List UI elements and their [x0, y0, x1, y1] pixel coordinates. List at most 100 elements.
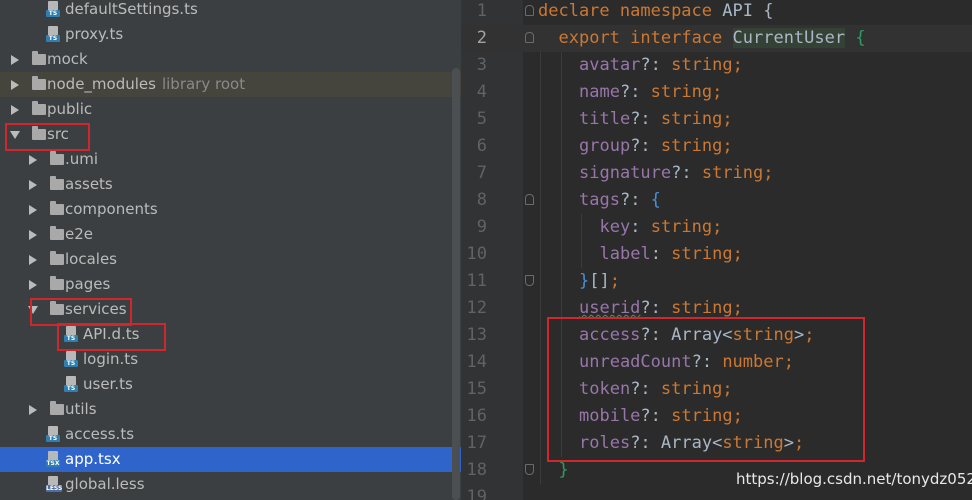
chevron-right-icon[interactable] — [29, 205, 37, 215]
tree-item-access-ts[interactable]: TS access.ts — [0, 422, 461, 447]
folder-icon — [50, 226, 64, 240]
tree-item-node-modules[interactable]: node_modules library root — [0, 72, 461, 97]
code-token: ; — [732, 55, 743, 75]
highlight-box — [547, 317, 865, 462]
code-line[interactable]: 6 group?: string; — [461, 133, 972, 160]
code-line[interactable]: 2 export interface CurrentUser { — [461, 25, 972, 52]
code-token: string — [660, 136, 723, 156]
tree-item-label: proxy.ts — [65, 22, 123, 47]
less-file-icon: LESS — [46, 476, 63, 493]
code-line[interactable]: 1 declare namespace API { — [461, 0, 972, 25]
typescript-file-icon: TS — [46, 1, 60, 18]
code-token: ; — [732, 244, 743, 264]
chevron-right-icon[interactable] — [29, 280, 37, 290]
code-line[interactable]: 8 tags?: { — [461, 187, 972, 214]
tree-item-name: public — [47, 100, 93, 118]
tree-item-app-tsx[interactable]: TSX app.tsx — [0, 447, 461, 472]
code-token: } — [579, 271, 590, 291]
tree-item-label: utils — [65, 397, 97, 422]
fold-marker-icon[interactable] — [525, 275, 534, 286]
tree-item-label: defaultSettings.ts — [65, 0, 198, 22]
tree-item-name: defaultSettings.ts — [65, 0, 198, 18]
chevron-right-icon[interactable] — [29, 155, 37, 165]
code-token: ; — [712, 82, 723, 102]
file-type-badge: TS — [64, 385, 78, 392]
code-line[interactable]: 7 signature?: string; — [461, 160, 972, 187]
line-number: 13 — [466, 325, 487, 345]
fold-marker-icon[interactable] — [525, 32, 534, 43]
typescript-file-icon: TS — [46, 426, 60, 443]
tree-item-name: login.ts — [83, 350, 139, 368]
code-line[interactable]: 3 avatar?: string; — [461, 52, 972, 79]
folder-icon — [32, 76, 46, 90]
typescript-file-icon: TS — [64, 376, 78, 393]
project-tree: TS defaultSettings.ts TS proxy.ts mock node_m… — [0, 0, 461, 500]
code-token: ?: — [671, 163, 702, 183]
line-number: 10 — [466, 244, 487, 264]
fold-marker-icon[interactable] — [525, 194, 534, 205]
chevron-right-icon[interactable] — [29, 230, 37, 240]
code-token: ?: — [619, 82, 651, 102]
tree-item-name: global.less — [65, 475, 145, 493]
code-token: ; — [609, 271, 620, 291]
tree-item-global-less[interactable]: LESS global.less — [0, 472, 461, 497]
code-line[interactable]: 11}[]; — [461, 268, 972, 295]
tree-item-label: components — [65, 197, 158, 222]
tree-item-name: .umi — [65, 150, 99, 168]
tree-item-name: user.ts — [83, 375, 133, 393]
tree-item-user-ts[interactable]: TS user.ts — [0, 372, 461, 397]
tree-item-name: proxy.ts — [65, 25, 124, 43]
chevron-right-icon[interactable] — [11, 80, 19, 90]
typescript-file-icon: TS — [64, 351, 78, 368]
tree-item-pages[interactable]: pages — [0, 272, 461, 297]
tree-item-name: mock — [47, 50, 88, 68]
chevron-right-icon[interactable] — [29, 255, 37, 265]
file-type-badge: TS — [46, 435, 60, 442]
code-line[interactable]: 4 name?: string; — [461, 79, 972, 106]
highlight-box — [57, 323, 166, 351]
code-editor[interactable]: 1 declare namespace API {2 export interfac… — [461, 0, 972, 500]
code-line[interactable]: 9 key: string; — [461, 214, 972, 241]
highlight-box — [5, 123, 90, 151]
line-number: 7 — [476, 163, 487, 183]
code-token: ?: — [630, 136, 661, 156]
code-token: API — [722, 1, 764, 21]
file-type-badge: TS — [46, 35, 60, 42]
code-text: name?: string; — [579, 79, 722, 106]
chevron-right-icon[interactable] — [11, 105, 19, 115]
code-line[interactable]: 5 title?: string; — [461, 106, 972, 133]
code-token: ; — [732, 298, 743, 318]
tree-item-name: access.ts — [65, 425, 135, 443]
tree-item-label: node_modules library root — [47, 72, 245, 97]
chevron-right-icon[interactable] — [29, 180, 37, 190]
line-number: 12 — [466, 298, 487, 318]
line-number: 18 — [466, 460, 487, 480]
line-number: 1 — [476, 1, 487, 21]
code-text: tags?: { — [579, 187, 661, 214]
line-number: 8 — [476, 190, 487, 210]
tree-item-locales[interactable]: locales — [0, 247, 461, 272]
chevron-right-icon[interactable] — [29, 405, 37, 415]
chevron-right-icon[interactable] — [11, 55, 19, 65]
tree-item-assets[interactable]: assets — [0, 172, 461, 197]
code-line[interactable]: 10 label: string; — [461, 241, 972, 268]
tree-item-e2e[interactable]: e2e — [0, 222, 461, 247]
tree-item-utils[interactable]: utils — [0, 397, 461, 422]
tree-item-public[interactable]: public — [0, 97, 461, 122]
line-number: 9 — [476, 217, 487, 237]
tree-item-components[interactable]: components — [0, 197, 461, 222]
code-token: key — [599, 217, 631, 237]
code-token: { — [855, 28, 866, 48]
code-token: ; — [722, 136, 733, 156]
folder-icon — [50, 151, 64, 165]
tree-item-defaultsettings-ts[interactable]: TS defaultSettings.ts — [0, 0, 461, 22]
fold-marker-icon[interactable] — [525, 5, 534, 16]
folder-icon — [50, 276, 64, 290]
tree-item-mock[interactable]: mock — [0, 47, 461, 72]
code-text: title?: string; — [579, 106, 733, 133]
watermark-text: https://blog.csdn.net/tonydz0523 — [736, 470, 972, 488]
tree-item-proxy-ts[interactable]: TS proxy.ts — [0, 22, 461, 47]
fold-marker-icon[interactable] — [525, 464, 534, 475]
tree-scrollbar[interactable] — [452, 68, 460, 500]
code-text: key: string; — [600, 214, 723, 241]
